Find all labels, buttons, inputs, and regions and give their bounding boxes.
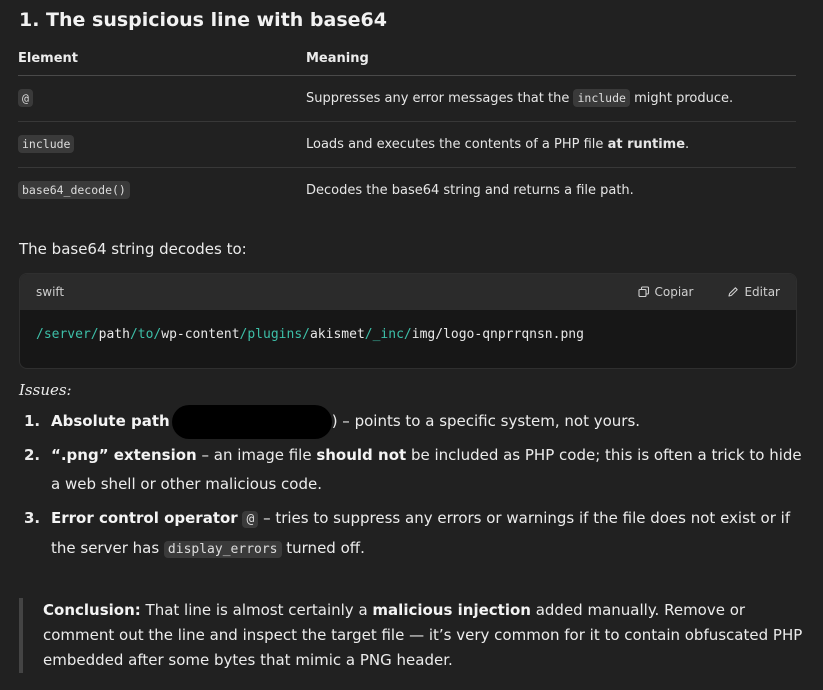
- code-content: /server/path/to/wp-content/plugins/akism…: [20, 310, 796, 359]
- code-block: swift Copiar Editar /server/path/to/wp-c…: [19, 273, 797, 369]
- header-meaning: Meaning: [306, 44, 796, 76]
- element-cell: @: [18, 75, 306, 122]
- issues-list: 1. Absolute path ) – points to a specific…: [24, 404, 804, 569]
- issue-text: – an image file: [196, 446, 317, 464]
- conclusion-text: That line is almost certainly a: [140, 601, 373, 619]
- inline-code: base64_decode(): [18, 181, 130, 199]
- meaning-text: Decodes the base64 string and returns a …: [306, 183, 634, 198]
- table-row: include Loads and executes the contents …: [18, 121, 796, 168]
- copy-label: Copiar: [654, 285, 694, 299]
- list-text: “.png” extension – an image file should …: [51, 441, 804, 499]
- table-row: @ Suppresses any error messages that the…: [18, 75, 796, 122]
- meaning-cell: Suppresses any error messages that the i…: [306, 75, 796, 122]
- code-segment: /server/: [36, 327, 99, 342]
- code-segment: /plugins/: [239, 327, 310, 342]
- meaning-text: Suppresses any error messages that the: [306, 91, 574, 106]
- issues-label: Issues:: [19, 381, 72, 399]
- inline-code: @: [242, 511, 259, 528]
- section-heading: 1. The suspicious line with base64: [19, 9, 387, 31]
- table-header-row: Element Meaning: [18, 44, 796, 76]
- meaning-bold: at runtime: [607, 137, 686, 152]
- conclusion-bold: malicious injection: [372, 601, 531, 619]
- code-segment: /to/: [129, 327, 162, 342]
- list-text: Error control operator @ – tries to supp…: [51, 504, 804, 564]
- header-element: Element: [18, 44, 306, 76]
- meaning-text: Loads and executes the contents of a PHP…: [306, 137, 608, 152]
- issue-title: Absolute path: [51, 412, 170, 430]
- code-segment: akismet: [309, 327, 365, 342]
- inline-code: include: [18, 135, 75, 153]
- code-segment: wp-content: [161, 327, 240, 342]
- code-language: swift: [36, 285, 65, 299]
- conclusion-label: Conclusion:: [43, 601, 141, 619]
- conclusion-blockquote: Conclusion: That line is almost certainl…: [19, 598, 803, 673]
- inline-code: include: [573, 89, 630, 107]
- code-segment: /_inc/: [364, 327, 412, 342]
- edit-label: Editar: [744, 285, 780, 299]
- meaning-cell: Loads and executes the contents of a PHP…: [306, 121, 796, 168]
- list-text: Absolute path ) – points to a specific sy…: [51, 404, 804, 439]
- list-number: 2.: [24, 446, 41, 464]
- edit-button[interactable]: Editar: [727, 285, 780, 299]
- meaning-text: .: [685, 137, 690, 152]
- list-number: 3.: [24, 509, 41, 527]
- redaction-mark: [171, 404, 332, 439]
- list-item: 3. Error control operator @ – tries to s…: [24, 504, 804, 564]
- element-cell: base64_decode(): [18, 168, 306, 214]
- inline-code: @: [18, 89, 33, 107]
- code-segment: img/logo-qnprrqnsn.png: [411, 327, 584, 342]
- list-item: 1. Absolute path ) – points to a specific…: [24, 404, 804, 439]
- code-segment: path: [98, 327, 130, 342]
- issue-text: ) – points to a specific system, not you…: [331, 412, 641, 430]
- decodes-text: The base64 string decodes to:: [19, 240, 247, 258]
- meaning-cell: Decodes the base64 string and returns a …: [306, 168, 796, 214]
- elements-table: Element Meaning @ Suppresses any error m…: [18, 44, 796, 213]
- list-number: 1.: [24, 412, 41, 430]
- code-block-header: swift Copiar Editar: [20, 274, 796, 310]
- table-row: base64_decode() Decodes the base64 strin…: [18, 168, 796, 214]
- pencil-icon: [728, 287, 739, 297]
- issue-bold: should not: [316, 446, 407, 464]
- issue-text: turned off.: [281, 539, 365, 557]
- list-item: 2. “.png” extension – an image file shou…: [24, 441, 804, 499]
- meaning-text: might produce.: [629, 91, 734, 106]
- inline-code: display_errors: [163, 541, 282, 558]
- issue-title: Error control operator: [51, 509, 238, 527]
- copy-button[interactable]: Copiar: [637, 285, 694, 299]
- element-cell: include: [18, 121, 306, 168]
- copy-icon: [637, 286, 649, 298]
- issue-title: “.png” extension: [51, 446, 197, 464]
